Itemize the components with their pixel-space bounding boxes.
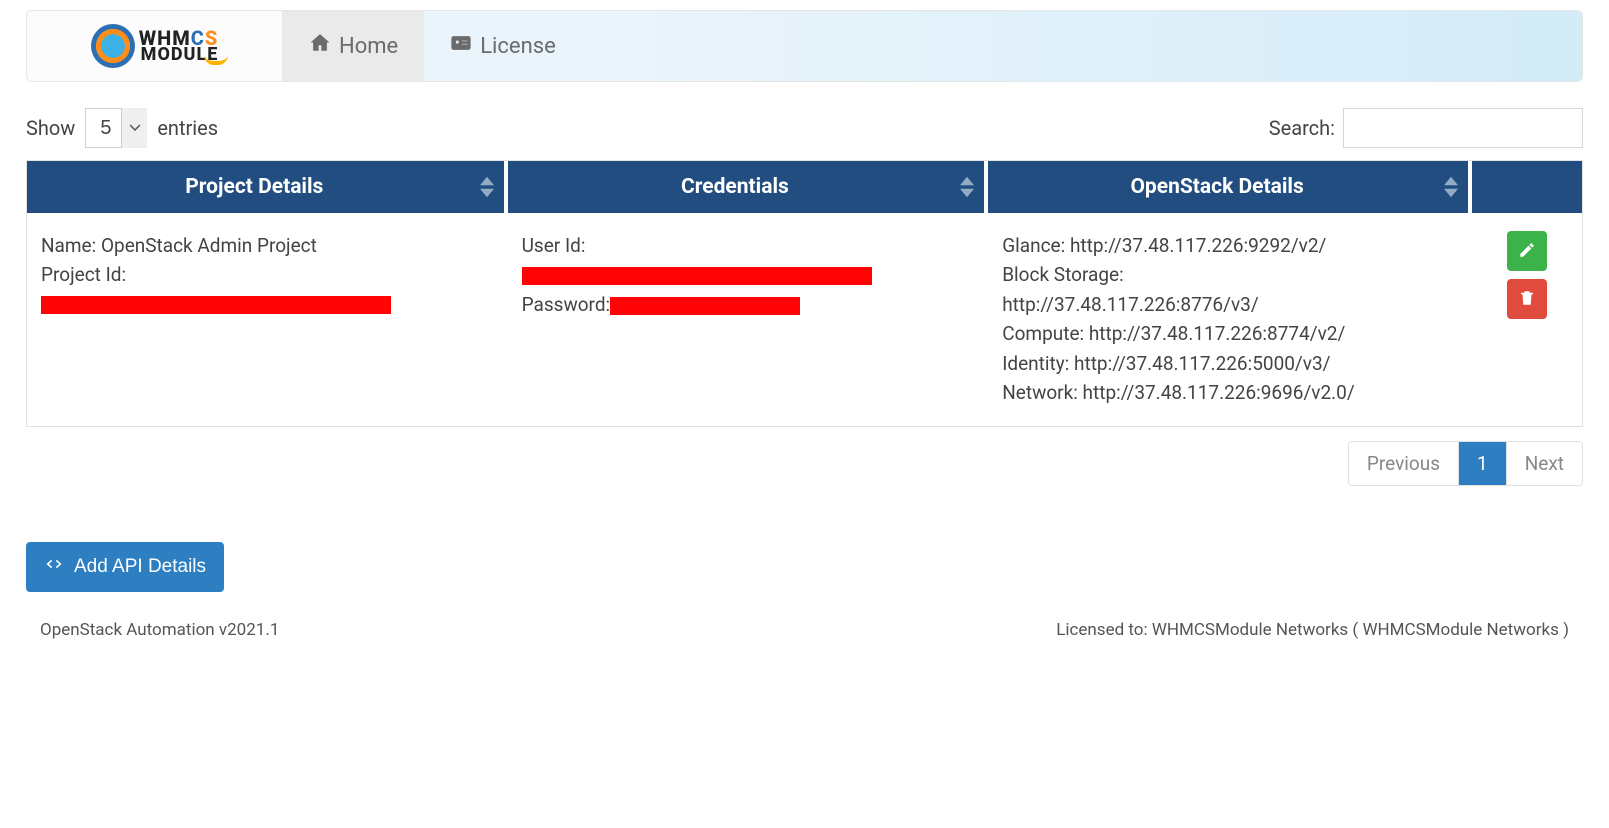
search-label: Search:	[1269, 116, 1335, 140]
trash-icon	[1518, 289, 1536, 310]
entries-length-control: Show 5 entries	[26, 108, 218, 148]
redacted-user-id	[522, 267, 872, 285]
pagination-page-1[interactable]: 1	[1458, 442, 1506, 485]
nav-home-label: Home	[339, 34, 398, 59]
sort-icon	[1444, 176, 1458, 198]
sort-icon	[960, 176, 974, 198]
user-id-label: User Id:	[522, 234, 586, 257]
openstack-identity: Identity: http://37.48.117.226:5000/v3/	[1002, 349, 1454, 378]
edit-button[interactable]	[1507, 231, 1547, 271]
home-icon	[309, 32, 331, 60]
project-id-label: Project Id:	[41, 263, 126, 286]
redacted-password	[610, 297, 800, 315]
show-label-before: Show	[26, 116, 75, 140]
col-credentials[interactable]: Credentials	[508, 161, 989, 213]
col-openstack-label: OpenStack Details	[1130, 175, 1303, 199]
nav-home[interactable]: Home	[283, 11, 424, 81]
redacted-project-id	[41, 296, 391, 314]
show-label-after: entries	[157, 116, 218, 140]
id-card-icon	[450, 32, 472, 60]
sort-icon	[480, 176, 494, 198]
openstack-block-label: Block Storage:	[1002, 260, 1454, 289]
nav-license-label: License	[480, 34, 556, 59]
delete-button[interactable]	[1507, 279, 1547, 319]
project-name-label: Name:	[41, 234, 96, 257]
pagination-previous[interactable]: Previous	[1349, 442, 1458, 485]
top-nav: WHMCS MODULE Home License	[26, 10, 1583, 82]
pagination-next[interactable]: Next	[1506, 442, 1582, 485]
col-openstack[interactable]: OpenStack Details	[988, 161, 1472, 213]
col-actions	[1472, 161, 1582, 213]
page-length-select-wrap[interactable]: 5	[85, 108, 147, 148]
openstack-block-url: http://37.48.117.226:8776/v3/	[1002, 290, 1454, 319]
col-credentials-label: Credentials	[681, 175, 789, 199]
openstack-network: Network: http://37.48.117.226:9696/v2.0/	[1002, 378, 1454, 407]
page-length-select[interactable]: 5	[85, 108, 147, 148]
password-label: Password:	[522, 293, 611, 316]
footer-version: OpenStack Automation v2021.1	[40, 620, 279, 640]
pagination: Previous 1 Next	[26, 441, 1583, 486]
col-project-label: Project Details	[185, 175, 323, 199]
api-details-table: Project Details Credentials OpenStack De…	[26, 160, 1583, 427]
table-row: Name: OpenStack Admin Project Project Id…	[27, 213, 1582, 426]
openstack-glance: Glance: http://37.48.117.226:9292/v2/	[1002, 231, 1454, 260]
pencil-icon	[1518, 241, 1536, 262]
search-input[interactable]	[1343, 108, 1583, 148]
code-icon	[44, 554, 64, 580]
project-name-value: OpenStack Admin Project	[101, 234, 317, 257]
col-project-details[interactable]: Project Details	[27, 161, 508, 213]
nav-license[interactable]: License	[424, 11, 582, 81]
footer: OpenStack Automation v2021.1 Licensed to…	[26, 620, 1583, 660]
brand-logo: WHMCS MODULE	[27, 11, 283, 81]
openstack-compute: Compute: http://37.48.117.226:8774/v2/	[1002, 319, 1454, 348]
add-api-details-label: Add API Details	[74, 556, 206, 578]
logo-text-2: MODULE	[139, 47, 219, 63]
gear-logo-icon	[91, 24, 135, 68]
add-api-details-button[interactable]: Add API Details	[26, 542, 224, 592]
footer-license: Licensed to: WHMCSModule Networks ( WHMC…	[1056, 620, 1569, 640]
search-control: Search:	[1269, 108, 1583, 148]
